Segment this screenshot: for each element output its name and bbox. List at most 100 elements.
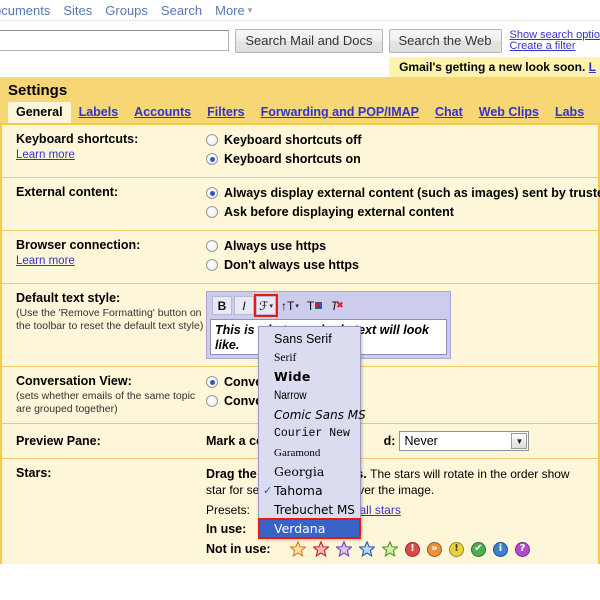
- banner-learn-more-link[interactable]: L: [589, 60, 596, 74]
- default-text-style-label: Default text style:: [16, 291, 121, 305]
- stars-desc-d: star for se: [206, 483, 260, 497]
- star-orange-icon[interactable]: [290, 541, 306, 557]
- nav-link-search[interactable]: Search: [161, 3, 202, 18]
- show-search-options-link[interactable]: Show search optio: [510, 29, 600, 41]
- chevron-down-icon: ▾: [269, 302, 273, 310]
- font-menu-item-narrow[interactable]: Narrow: [259, 386, 360, 405]
- option-external-ask-label: Ask before displaying external content: [224, 205, 454, 219]
- radio-keyboard-off[interactable]: [206, 134, 218, 146]
- radio-conversation-off[interactable]: [206, 395, 218, 407]
- option-keyboard-off[interactable]: Keyboard shortcuts off: [206, 132, 598, 148]
- tab-chat[interactable]: Chat: [427, 102, 471, 123]
- font-menu-label: Wide: [274, 369, 311, 384]
- preview-pane-label: Preview Pane:: [16, 433, 101, 448]
- tab-web-clips[interactable]: Web Clips: [471, 102, 547, 123]
- nav-link-groups[interactable]: Groups: [105, 3, 148, 18]
- remove-formatting-button[interactable]: T ✖: [327, 296, 347, 315]
- search-links: Show search optio Create a filter: [510, 29, 600, 52]
- font-menu-item-comic-sans-ms[interactable]: Comic Sans MS: [259, 405, 366, 424]
- star-purple-icon[interactable]: [336, 541, 352, 557]
- tab-inbox[interactable]: Inb: [592, 102, 600, 123]
- browser-connection-options: Always use https Don't always use https: [206, 238, 598, 276]
- chevron-down-icon: ▾: [295, 302, 299, 310]
- bold-button[interactable]: B: [212, 296, 232, 315]
- font-menu-item-wide[interactable]: Wide: [259, 367, 360, 386]
- tab-general[interactable]: General: [8, 102, 71, 123]
- font-menu-item-serif[interactable]: Serif: [259, 348, 360, 367]
- star-green-icon[interactable]: [382, 541, 398, 557]
- option-external-always[interactable]: Always display external content (such as…: [206, 185, 600, 201]
- row-browser-connection: Browser connection: Learn more Always us…: [2, 231, 598, 284]
- font-menu-label: Comic Sans MS: [274, 407, 366, 422]
- font-menu-item-sans-serif[interactable]: Sans Serif: [259, 329, 360, 348]
- font-size-icon: ↑T: [281, 298, 295, 313]
- font-menu-item-courier-new[interactable]: Courier New: [259, 424, 360, 443]
- font-menu-item-georgia[interactable]: Georgia: [259, 462, 360, 481]
- search-the-web-button[interactable]: Search the Web: [388, 28, 502, 53]
- preview-pane-select[interactable]: Never ▼: [399, 431, 530, 451]
- search-mail-and-docs-button[interactable]: Search Mail and Docs: [235, 28, 383, 53]
- keyboard-shortcuts-label: Keyboard shortcuts:: [16, 132, 139, 146]
- option-not-always-https-label: Don't always use https: [224, 258, 359, 272]
- tab-accounts[interactable]: Accounts: [126, 102, 199, 123]
- preview-pane-text-after: d:: [383, 434, 396, 448]
- keyboard-shortcuts-label-cell: Keyboard shortcuts: Learn more: [16, 132, 206, 163]
- external-content-options: Always display external content (such as…: [206, 185, 600, 223]
- stars-presets-link[interactable]: all stars: [360, 503, 401, 517]
- tab-forwarding-pop-imap[interactable]: Forwarding and POP/IMAP: [253, 102, 427, 123]
- option-keyboard-off-label: Keyboard shortcuts off: [224, 133, 362, 147]
- radio-keyboard-on[interactable]: [206, 153, 218, 165]
- radio-conversation-on[interactable]: [206, 376, 218, 388]
- font-menu-label: Georgia: [274, 464, 325, 479]
- radio-external-ask[interactable]: [206, 206, 218, 218]
- option-always-https-label: Always use https: [224, 239, 327, 253]
- badge-yellow-exclamation-icon[interactable]: !: [449, 541, 464, 557]
- font-menu-item-garamond[interactable]: Garamond: [259, 443, 360, 462]
- conversation-view-label: Conversation View:: [16, 374, 132, 388]
- text-color-icon: T: [306, 298, 315, 313]
- text-color-button[interactable]: T: [304, 296, 325, 315]
- font-family-dropdown-menu[interactable]: Sans Serif Serif Wide Narrow Comic Sans …: [258, 326, 366, 539]
- row-external-content: External content: Always display externa…: [2, 178, 600, 231]
- chevron-down-icon[interactable]: ▼: [511, 433, 528, 449]
- font-icon: ℱ: [259, 298, 269, 313]
- italic-button[interactable]: I: [234, 296, 254, 315]
- badge-green-check-icon[interactable]: ✔: [471, 541, 486, 557]
- create-a-filter-link[interactable]: Create a filter: [510, 40, 600, 52]
- option-keyboard-on-label: Keyboard shortcuts on: [224, 152, 361, 166]
- font-menu-item-tahoma[interactable]: ✓ Tahoma: [259, 481, 360, 500]
- star-red-icon[interactable]: [313, 541, 329, 557]
- nav-link-documents[interactable]: ocuments: [0, 3, 50, 18]
- badge-purple-question-icon[interactable]: ?: [515, 541, 530, 557]
- tab-labs[interactable]: Labs: [547, 102, 592, 123]
- option-external-ask[interactable]: Ask before displaying external content: [206, 204, 600, 220]
- badge-blue-info-icon[interactable]: i: [493, 541, 508, 557]
- font-menu-item-trebuchet-ms[interactable]: Trebuchet MS: [259, 500, 360, 519]
- radio-not-always-https[interactable]: [206, 259, 218, 271]
- search-input[interactable]: [0, 30, 230, 51]
- stars-desc-c: The stars will rotate in the order show: [370, 467, 570, 481]
- option-always-https[interactable]: Always use https: [206, 238, 598, 254]
- chevron-down-icon: ▾: [247, 4, 253, 15]
- italic-icon: I: [242, 298, 246, 313]
- badge-orange-guillemet-icon[interactable]: »: [427, 541, 442, 557]
- stars-label: Stars:: [16, 466, 52, 480]
- tab-filters[interactable]: Filters: [199, 102, 253, 123]
- badge-red-exclamation-icon[interactable]: !: [405, 541, 420, 557]
- radio-always-https[interactable]: [206, 240, 218, 252]
- tab-labels[interactable]: Labels: [71, 102, 127, 123]
- search-bar: Search Mail and Docs Search the Web Show…: [0, 21, 600, 57]
- nav-link-sites[interactable]: Sites: [63, 3, 92, 18]
- radio-external-always[interactable]: [206, 187, 218, 199]
- font-size-button[interactable]: ↑T ▾: [278, 296, 302, 315]
- option-keyboard-on[interactable]: Keyboard shortcuts on: [206, 151, 598, 167]
- font-menu-label: Courier New: [274, 427, 350, 440]
- nav-link-more[interactable]: More: [215, 3, 245, 18]
- font-menu-item-verdana[interactable]: Verdana: [258, 518, 361, 539]
- keyboard-learn-more-link[interactable]: Learn more: [16, 148, 75, 163]
- browser-learn-more-link[interactable]: Learn more: [16, 254, 75, 269]
- default-text-style-label-cell: Default text style: (Use the 'Remove For…: [16, 291, 206, 333]
- star-blue-icon[interactable]: [359, 541, 375, 557]
- option-not-always-https[interactable]: Don't always use https: [206, 257, 598, 273]
- font-family-button[interactable]: ℱ ▾: [254, 294, 278, 317]
